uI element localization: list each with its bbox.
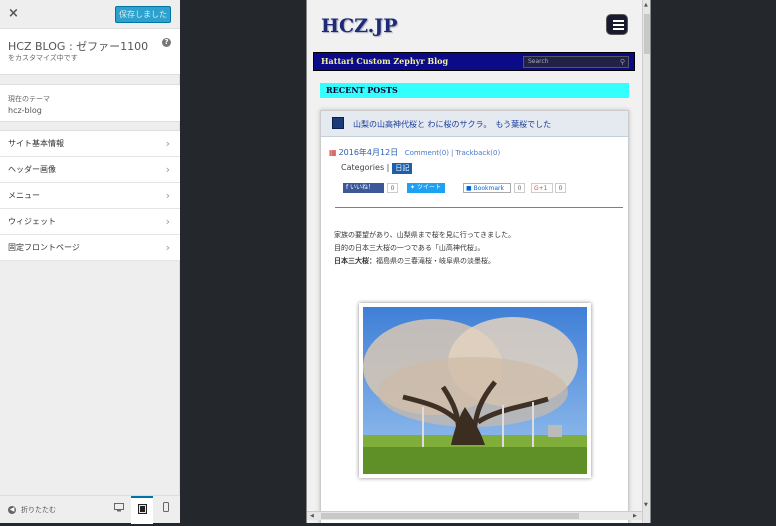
horizontal-scroll-thumb[interactable] [321,513,579,519]
scroll-right-icon[interactable]: ▶ [633,513,637,519]
customizer-topbar: × 保存しました [0,0,180,29]
menu-item-static-front-page[interactable]: 固定フロントページ › [0,235,180,261]
menu-item-label: ウィジェット [8,217,56,226]
chevron-right-icon: › [165,189,170,202]
site-nav-title[interactable]: Hattari Custom Zephyr Blog [321,56,448,66]
menu-item-label: メニュー [8,191,40,200]
help-icon[interactable]: ? [162,38,171,47]
saved-button[interactable]: 保存しました [115,6,171,23]
post-date: 2016年4月12日 [338,148,399,157]
menu-item-label: サイト基本情報 [8,139,64,148]
post-card: 山梨の山高神代桜と わに桜のサクラ。 もう葉桜でした ▦ 2016年4月12日 C… [320,110,629,523]
gplus-count: 0 [555,183,566,193]
site-navbar: Hattari Custom Zephyr Blog Search ⚲ [313,52,635,71]
fb-label: いいね！ [350,184,375,191]
post-thumbnail-icon [332,117,344,129]
hatena-bookmark-button[interactable]: ■ Bookmark [463,183,511,193]
calendar-icon: ▦ [329,148,337,157]
chevron-right-icon: › [165,241,170,254]
customizer-subtitle: をカスタマイズ中です [8,54,78,62]
post-body: 家族の要望があり、山梨県まで桜を見に行ってきました。 目的の日本三大桜の一つであ… [334,229,515,268]
menu-item-widgets[interactable]: ウィジェット › [0,209,180,235]
collapse-button[interactable]: ◀ 折りたたむ [8,505,56,515]
chevron-right-icon: › [165,163,170,176]
tweet-label: ツイート [416,184,441,191]
body-line-3: 日本三大桜：福島県の三春滝桜・岐阜県の淡墨桜。 [334,255,515,268]
menu-item-label: ヘッダー画像 [8,165,56,174]
hamburger-menu-icon[interactable] [606,14,628,35]
post-title[interactable]: 山梨の山高神代桜と わに桜のサクラ。 もう葉桜でした [353,119,551,130]
mobile-icon[interactable] [155,496,177,524]
categories-line: Categories | 日記 [341,163,413,174]
site-logo[interactable]: HCZ.JP [321,15,398,37]
scroll-down-icon[interactable]: ▼ [644,502,648,508]
search-input[interactable]: Search ⚲ [523,56,629,68]
vertical-scroll-thumb[interactable] [644,14,650,54]
customizer-info: HCZ BLOG : ゼファー1100 をカスタマイズ中です ? [0,29,180,75]
menu-item-menus[interactable]: メニュー › [0,183,180,209]
desktop-icon[interactable] [108,496,130,524]
chevron-right-icon: › [165,137,170,150]
chevron-right-icon: › [165,215,170,228]
vertical-scrollbar[interactable]: ▲ ▼ [642,0,650,523]
tablet-icon[interactable] [131,496,153,524]
close-icon[interactable]: × [8,6,19,21]
theme-label: 現在のテーマ [8,95,50,103]
post-divider [335,207,623,208]
post-date-line: ▦ 2016年4月12日 Comment(0) | Trackback(0) [329,147,500,158]
hatena-count: 0 [514,183,525,193]
body-line-3-text: 福島県の三春滝桜・岐阜県の淡墨桜。 [376,257,495,265]
horizontal-scrollbar[interactable]: ◀ ▶ [307,511,642,520]
twitter-icon: ✦ [410,184,417,191]
customizer-title: HCZ BLOG : ゼファー1100 [8,40,149,53]
theme-name: hcz-blog [8,106,42,115]
scroll-left-icon[interactable]: ◀ [310,513,314,519]
site-preview: HCZ.JP Hattari Custom Zephyr Blog Search… [306,0,651,523]
fb-count: 0 [387,183,398,193]
body-line-1: 家族の要望があり、山梨県まで桜を見に行ってきました。 [334,231,516,239]
recent-posts-heading: RECENT POSTS [320,83,629,98]
post-header: 山梨の山高神代桜と わに桜のサクラ。 もう葉桜でした [321,111,628,137]
menu-item-header-image[interactable]: ヘッダー画像 › [0,157,180,183]
body-line-3-bold: 日本三大桜： [334,257,376,265]
meta-separator: | [450,149,454,157]
search-icon[interactable]: ⚲ [620,57,625,67]
menu-item-label: 固定フロントページ [8,243,80,252]
customizer-menu: サイト基本情報 › ヘッダー画像 › メニュー › ウィジェット › 固定フロントページ… [0,130,180,261]
hatena-icon: ■ [466,185,474,192]
comment-link[interactable]: Comment(0) [405,149,449,157]
scroll-up-icon[interactable]: ▲ [644,2,648,8]
customizer-panel: × 保存しました HCZ BLOG : ゼファー1100 をカスタマイズ中です … [0,0,180,524]
collapse-label: 折りたたむ [21,506,56,514]
body-line-2: 目的の日本三大桜の一つである「山高神代桜」。 [334,244,485,252]
collapse-arrow-icon: ◀ [8,506,16,514]
customizer-footer: ◀ 折りたたむ [0,495,180,524]
category-tag[interactable]: 日記 [392,163,413,174]
tweet-button[interactable]: ✦ ツイート [407,183,445,193]
gplus-button[interactable]: G+1 [531,183,553,193]
menu-item-site-identity[interactable]: サイト基本情報 › [0,131,180,157]
categories-label: Categories | [341,163,390,172]
current-theme-section[interactable]: 現在のテーマ hcz-blog [0,84,180,122]
facebook-like-button[interactable]: f いいね！ [343,183,384,193]
search-placeholder: Search [528,58,549,65]
post-photo[interactable] [359,303,591,478]
cherry-tree-photo [363,307,587,474]
trackback-link[interactable]: Trackback(0) [455,149,500,157]
hatena-label: Bookmark [473,185,504,192]
